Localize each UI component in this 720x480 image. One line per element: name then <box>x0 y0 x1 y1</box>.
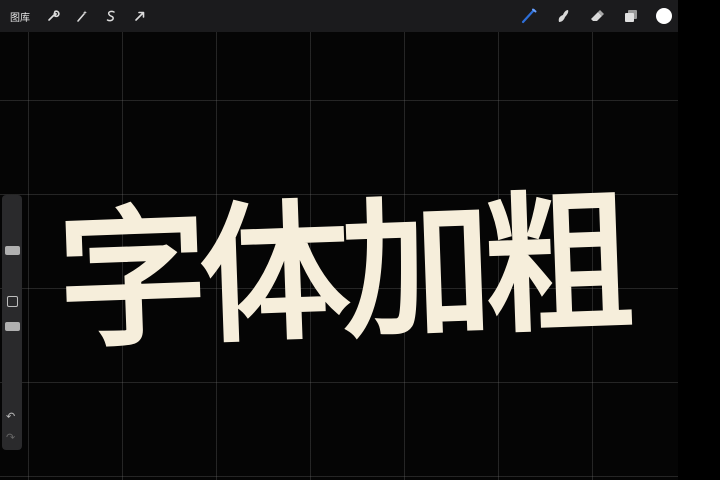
layers-icon[interactable] <box>620 5 642 27</box>
canvas-lettering: 字体加粗 <box>54 176 629 370</box>
wrench-icon[interactable] <box>44 7 62 25</box>
undo-icon[interactable]: ↶ <box>6 410 15 423</box>
brush-opacity-slider-handle[interactable] <box>5 322 20 331</box>
magic-wand-icon[interactable] <box>73 7 91 25</box>
transform-arrow-icon[interactable] <box>131 7 149 25</box>
brush-size-slider-handle[interactable] <box>5 246 20 255</box>
top-toolbar: 图库 <box>0 0 678 32</box>
brush-icon[interactable] <box>518 5 540 27</box>
modify-button[interactable] <box>7 296 18 307</box>
smudge-icon[interactable] <box>552 5 574 27</box>
redo-icon[interactable]: ↷ <box>6 431 15 444</box>
toolbar-right-group <box>506 0 678 32</box>
toolbar-left-group: 图库 <box>0 0 160 32</box>
color-picker[interactable] <box>656 8 672 24</box>
gallery-button[interactable]: 图库 <box>10 9 30 24</box>
right-margin <box>678 0 720 480</box>
eraser-icon[interactable] <box>586 5 608 27</box>
selection-icon[interactable] <box>102 7 120 25</box>
side-toolbar: ↶ ↷ <box>2 195 22 450</box>
